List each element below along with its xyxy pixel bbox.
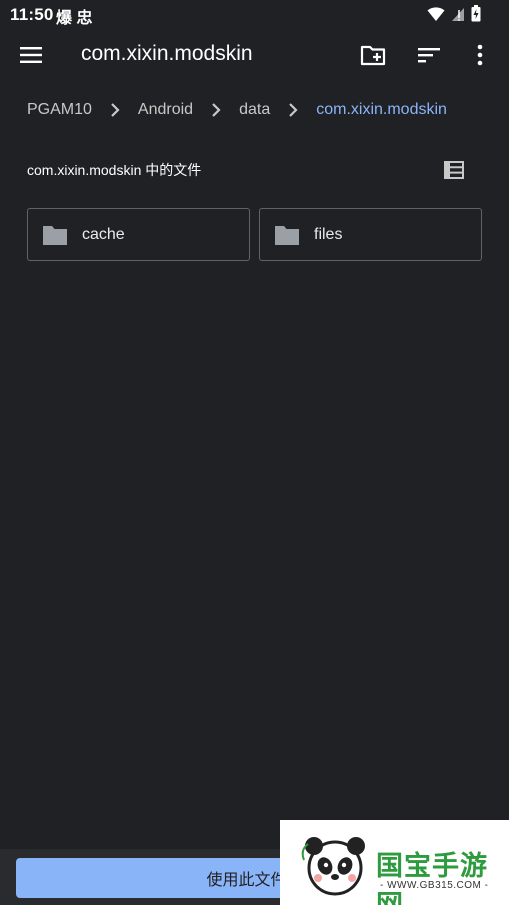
signal-icon (452, 7, 464, 21)
breadcrumb-item-android[interactable]: Android (138, 101, 193, 119)
notification-icons: 爆 忠 (56, 10, 93, 27)
chevron-right-icon (92, 102, 138, 118)
app-title: com.xixin.modskin (81, 42, 253, 65)
screen: 11:50 爆 忠 com.xixin.modskin PGAM10 Andro… (0, 0, 509, 905)
folder-icon (43, 225, 67, 245)
chevron-right-icon (193, 102, 239, 118)
sort-button[interactable] (414, 40, 444, 70)
folder-name: cache (82, 225, 125, 243)
breadcrumb-item-pgam10[interactable]: PGAM10 (27, 101, 92, 119)
new-folder-button[interactable] (358, 40, 388, 70)
view-toggle-button[interactable] (441, 158, 467, 182)
folder-item-cache[interactable]: cache (27, 208, 250, 261)
battery-icon (471, 5, 481, 22)
menu-icon (20, 47, 42, 63)
sort-icon (418, 48, 440, 63)
folder-item-files[interactable]: files (259, 208, 482, 261)
folder-name: files (314, 225, 343, 243)
app-bar: com.xixin.modskin (0, 30, 509, 80)
system-icons (427, 5, 481, 22)
wifi-icon (427, 6, 445, 21)
menu-button[interactable] (16, 41, 46, 69)
breadcrumb-item-current[interactable]: com.xixin.modskin (316, 101, 447, 119)
panda-logo-icon (301, 837, 365, 896)
breadcrumb-item-data[interactable]: data (239, 101, 270, 119)
more-options-button[interactable] (468, 40, 492, 70)
status-time: 11:50 (10, 5, 54, 24)
watermark-brand: 国宝手游网 (376, 851, 488, 905)
chevron-right-icon (270, 102, 316, 118)
watermark: 国宝手游网 - WWW.GB315.COM - (280, 820, 509, 905)
section-header: com.xixin.modskin 中的文件 (27, 162, 202, 178)
breadcrumb: PGAM10 Android data com.xixin.modskin (27, 97, 447, 123)
more-vert-icon (477, 44, 483, 66)
create-new-folder-icon (360, 45, 386, 66)
watermark-url: - WWW.GB315.COM - (380, 880, 489, 891)
list-view-icon (444, 161, 464, 179)
folder-icon (275, 225, 299, 245)
status-bar: 11:50 爆 忠 (0, 0, 509, 30)
